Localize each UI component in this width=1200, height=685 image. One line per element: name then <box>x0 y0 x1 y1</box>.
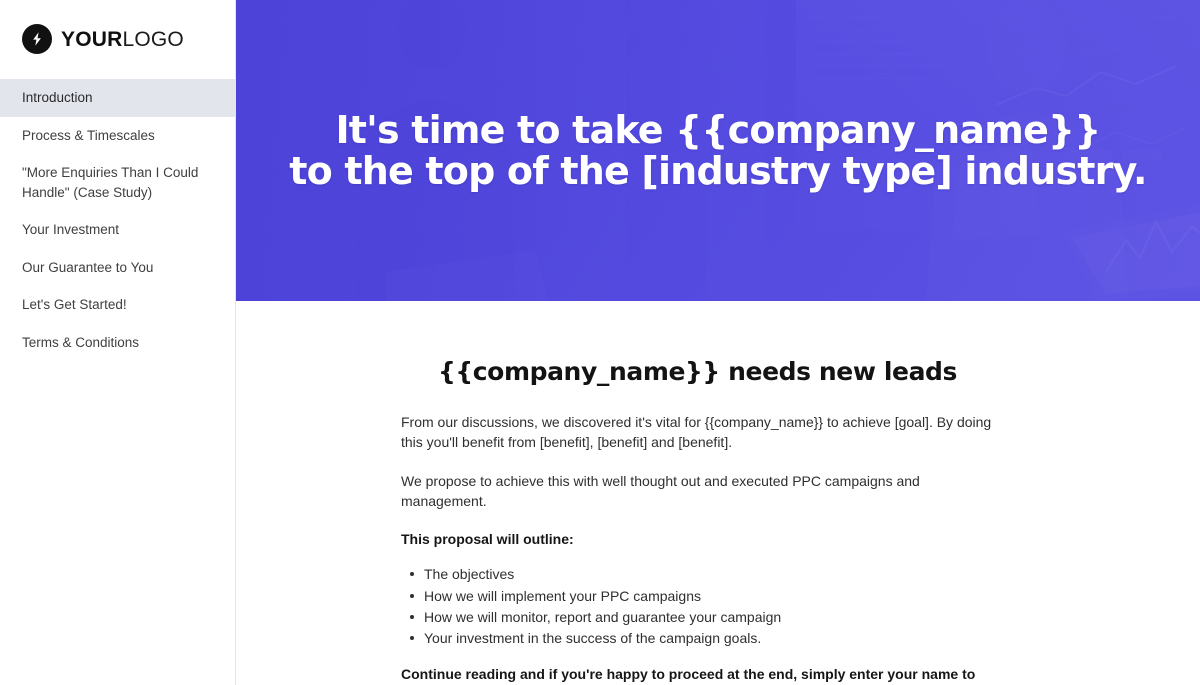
hero-title-line-2: to the top of the [industry type] indust… <box>289 148 1147 193</box>
logo-text: YOURLOGO <box>61 29 184 50</box>
logo[interactable]: YOURLOGO <box>0 0 235 78</box>
hero-title: It's time to take {{company_name}} to th… <box>289 107 1147 193</box>
sidebar-item-terms-and-conditions[interactable]: Terms & Conditions <box>0 324 235 362</box>
list-item: How we will monitor, report and guarante… <box>401 608 994 626</box>
sidebar-item-your-investment[interactable]: Your Investment <box>0 211 235 249</box>
list-item: Your investment in the success of the ca… <box>401 629 994 647</box>
outline-intro: This proposal will outline: <box>401 530 574 547</box>
page-title: {{company_name}} needs new leads <box>437 357 958 386</box>
main-content: It's time to take {{company_name}} to th… <box>236 0 1200 685</box>
hero-content: It's time to take {{company_name}} to th… <box>236 0 1200 301</box>
sidebar-item-our-guarantee-to-you[interactable]: Our Guarantee to You <box>0 249 235 287</box>
sidebar-item-process-and-timescales[interactable]: Process & Timescales <box>0 117 235 155</box>
sidebar-item-case-study[interactable]: "More Enquiries Than I Could Handle" (Ca… <box>0 154 235 211</box>
closing-paragraph: Continue reading and if you're happy to … <box>401 666 976 683</box>
sidebar: YOURLOGO Introduction Process & Timescal… <box>0 0 236 685</box>
outline-list: The objectives How we will implement you… <box>401 565 994 647</box>
lightning-bolt-icon <box>22 24 52 54</box>
sidebar-item-introduction[interactable]: Introduction <box>0 79 235 117</box>
content-column: {{company_name}} needs new leads From ou… <box>401 357 994 685</box>
logo-text-light: LOGO <box>122 27 184 51</box>
content-section: {{company_name}} needs new leads From ou… <box>236 301 1200 685</box>
proposal-page: YOURLOGO Introduction Process & Timescal… <box>0 0 1200 685</box>
hero-banner: It's time to take {{company_name}} to th… <box>236 0 1200 301</box>
list-item: How we will implement your PPC campaigns <box>401 587 994 605</box>
sidebar-item-lets-get-started[interactable]: Let's Get Started! <box>0 286 235 324</box>
proposal-paragraph: We propose to achieve this with well tho… <box>401 472 920 509</box>
intro-paragraph: From our discussions, we discovered it's… <box>401 414 992 450</box>
logo-text-bold: YOUR <box>61 27 123 51</box>
sidebar-nav: Introduction Process & Timescales "More … <box>0 78 235 362</box>
hero-title-line-1: It's time to take {{company_name}} <box>335 107 1101 152</box>
list-item: The objectives <box>401 565 994 583</box>
